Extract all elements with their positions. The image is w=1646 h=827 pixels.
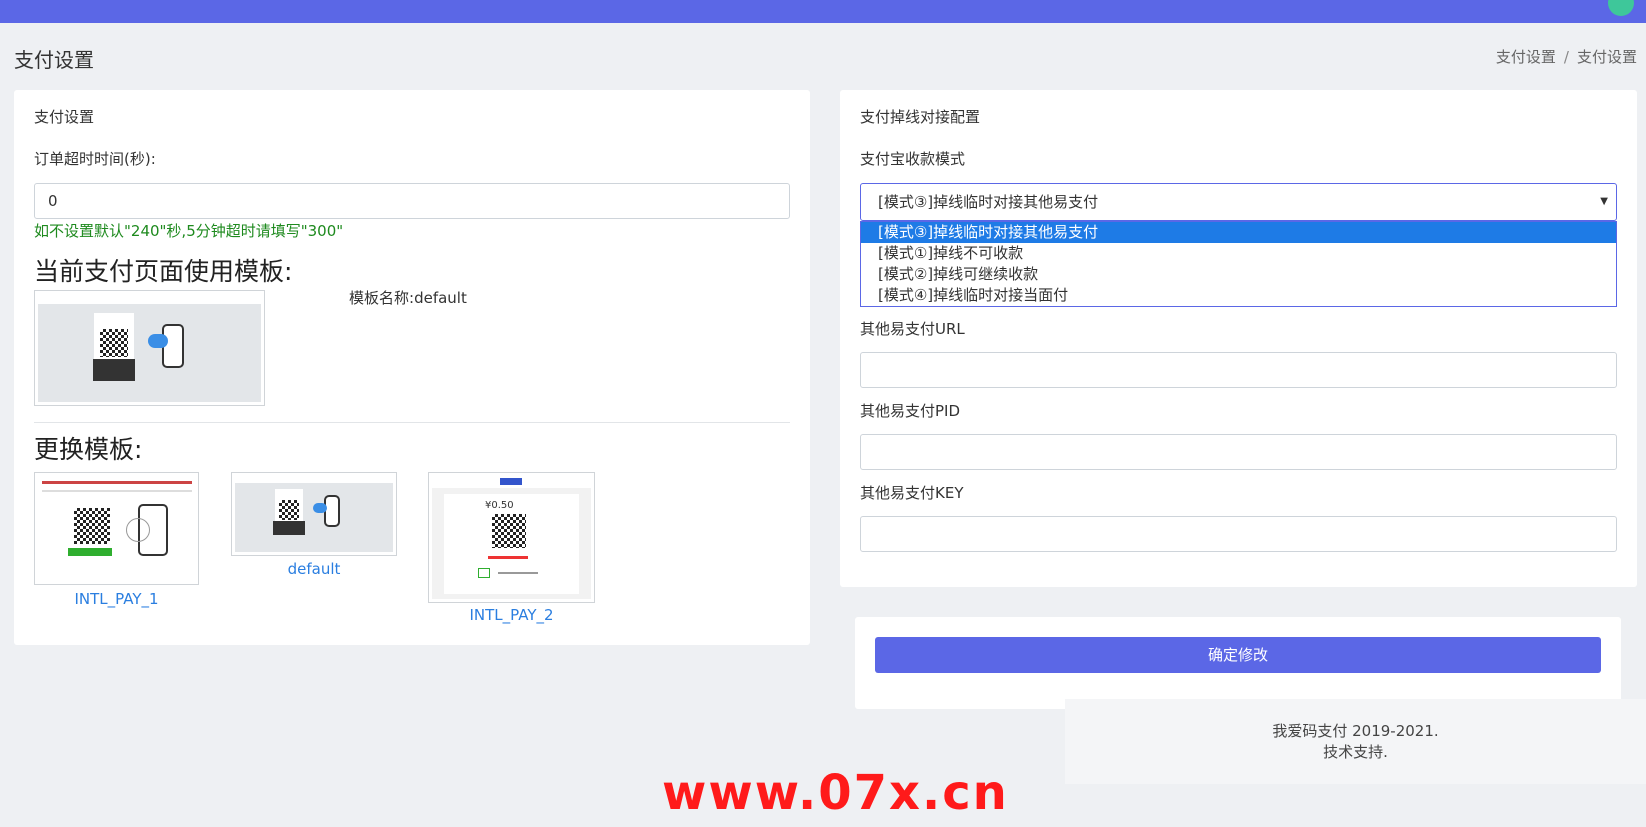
breadcrumb-separator: / <box>1563 48 1569 66</box>
alipay-mode-option[interactable]: [模式①]掉线不可收款 <box>861 243 1616 264</box>
breadcrumb-item-parent[interactable]: 支付设置 <box>1496 48 1556 66</box>
payment-settings-card: 支付设置 订单超时时间(秒): 0 如不设置默认"240"秒,5分钟超时请填写"… <box>14 90 810 645</box>
other-key-label: 其他易支付KEY <box>860 484 964 502</box>
template-name: 模板名称:default <box>349 287 467 308</box>
alipay-mode-option[interactable]: [模式③]掉线临时对接其他易支付 <box>861 222 1616 243</box>
template-price: ¥0.50 <box>485 500 514 511</box>
other-pid-label: 其他易支付PID <box>860 402 961 420</box>
footer-copyright: 我爱码支付 2019-2021. <box>1272 722 1439 740</box>
watermark: www.07x.cn <box>662 765 1009 821</box>
template-name-label: 模板名称: <box>349 289 415 307</box>
timeout-hint: 如不设置默认"240"秒,5分钟超时请填写"300" <box>34 222 344 240</box>
template-name-default[interactable]: default <box>231 560 397 578</box>
template-name-value: default <box>414 289 467 307</box>
top-navbar <box>0 0 1646 23</box>
user-avatar[interactable] <box>1608 0 1634 16</box>
alipay-mode-selected: [模式③]掉线临时对接其他易支付 <box>878 193 1099 211</box>
alipay-mode-label: 支付宝收款模式 <box>860 150 966 168</box>
alipay-mode-dropdown: [模式③]掉线临时对接其他易支付 [模式①]掉线不可收款 [模式②]掉线可继续收… <box>860 221 1617 307</box>
breadcrumb: 支付设置 / 支付设置 <box>1496 46 1637 67</box>
timeout-label: 订单超时时间(秒): <box>34 150 156 168</box>
card-title: 支付掉线对接配置 <box>860 108 981 126</box>
offline-fallback-card: 支付掉线对接配置 支付宝收款模式 [模式③]掉线临时对接其他易支付 ▼ [模式③… <box>840 90 1637 587</box>
alipay-mode-option[interactable]: [模式②]掉线可继续收款 <box>861 264 1616 285</box>
change-template-heading: 更换模板: <box>34 435 143 464</box>
footer-support[interactable]: 技术支持. <box>1065 742 1646 763</box>
current-template-heading: 当前支付页面使用模板: <box>34 257 293 286</box>
timeout-input[interactable]: 0 <box>34 183 790 219</box>
other-key-input[interactable] <box>860 516 1617 552</box>
template-thumb-default[interactable] <box>231 472 397 556</box>
other-pid-input[interactable] <box>860 434 1617 470</box>
confirm-button[interactable]: 确定修改 <box>875 637 1601 673</box>
page-title: 支付设置 <box>14 48 94 72</box>
other-url-input[interactable] <box>860 352 1617 388</box>
alipay-mode-select[interactable]: [模式③]掉线临时对接其他易支付 ▼ <box>860 183 1617 221</box>
other-url-label: 其他易支付URL <box>860 320 965 338</box>
breadcrumb-item-current: 支付设置 <box>1576 48 1637 66</box>
chevron-down-icon: ▼ <box>1600 196 1608 207</box>
section-divider <box>34 422 790 423</box>
template-name-intl-pay-2[interactable]: INTL_PAY_2 <box>428 606 595 624</box>
template-name-intl-pay-1[interactable]: INTL_PAY_1 <box>34 590 199 608</box>
alipay-mode-option[interactable]: [模式④]掉线临时对接当面付 <box>861 285 1616 306</box>
current-template-preview <box>34 290 265 406</box>
submit-card: 确定修改 <box>855 617 1621 709</box>
template-thumb-intl-pay-2[interactable]: ¥0.50 <box>428 472 595 603</box>
footer: 我爱码支付 2019-2021. 技术支持. <box>1065 699 1646 784</box>
card-title: 支付设置 <box>34 108 95 126</box>
template-thumb-intl-pay-1[interactable] <box>34 472 199 585</box>
